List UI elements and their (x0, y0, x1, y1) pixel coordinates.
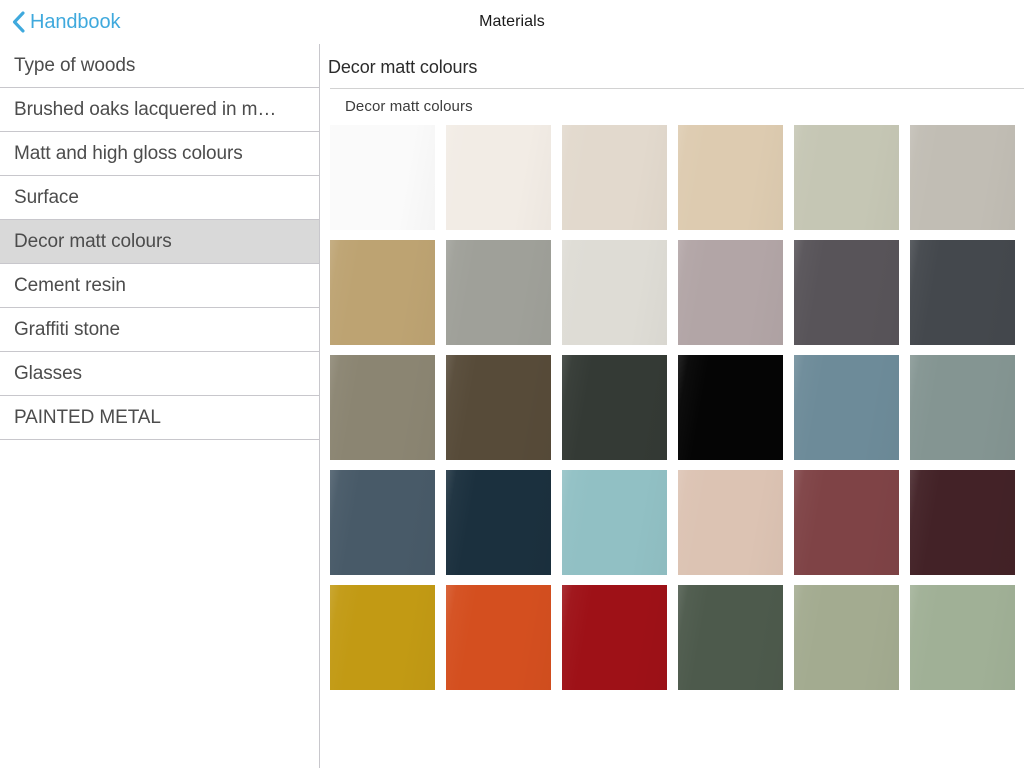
colour-swatch[interactable] (330, 240, 435, 345)
swatch-group-label: Decor matt colours (345, 98, 473, 115)
colour-swatch[interactable] (678, 355, 783, 460)
sidebar-item[interactable]: Matt and high gloss colours (0, 132, 319, 176)
sidebar-item[interactable]: Brushed oaks lacquered in m… (0, 88, 319, 132)
materials-app: Handbook Materials Type of woods Brushed … (0, 0, 1024, 768)
sidebar-item-label: Cement resin (14, 274, 126, 296)
colour-swatch[interactable] (794, 585, 899, 690)
colour-swatch[interactable] (330, 585, 435, 690)
colour-swatch[interactable] (446, 585, 551, 690)
colour-swatch[interactable] (794, 240, 899, 345)
colour-swatch[interactable] (562, 240, 667, 345)
detail-pane: Decor matt colours Decor matt colours (320, 44, 1024, 768)
colour-swatch[interactable] (678, 125, 783, 230)
sidebar-item-label: Brushed oaks lacquered in m… (14, 98, 277, 120)
colour-swatch[interactable] (910, 470, 1015, 575)
sidebar-item-label: Surface (14, 186, 79, 208)
colour-swatch[interactable] (562, 470, 667, 575)
swatch-grid (330, 125, 1024, 690)
sidebar-item-label: Decor matt colours (14, 230, 172, 252)
sidebar-list: Type of woods Brushed oaks lacquered in m… (0, 44, 319, 440)
sidebar-item[interactable]: Cement resin (0, 264, 319, 308)
colour-swatch[interactable] (910, 355, 1015, 460)
navigation-bar: Handbook Materials (0, 0, 1024, 44)
detail-title: Decor matt colours (328, 57, 478, 77)
detail-divider (330, 88, 1024, 89)
colour-swatch[interactable] (446, 470, 551, 575)
colour-swatch[interactable] (678, 470, 783, 575)
sidebar-item-label: Type of woods (14, 54, 136, 76)
sidebar-item[interactable]: Graffiti stone (0, 308, 319, 352)
colour-swatch[interactable] (330, 355, 435, 460)
colour-swatch[interactable] (794, 125, 899, 230)
sidebar[interactable]: Type of woods Brushed oaks lacquered in m… (0, 44, 319, 768)
sidebar-item[interactable]: Surface (0, 176, 319, 220)
colour-swatch[interactable] (446, 240, 551, 345)
sidebar-item-label: Matt and high gloss colours (14, 142, 243, 164)
colour-swatch[interactable] (446, 355, 551, 460)
colour-swatch[interactable] (330, 470, 435, 575)
colour-swatch[interactable] (794, 470, 899, 575)
sidebar-item[interactable]: Type of woods (0, 44, 319, 88)
sidebar-item[interactable]: Decor matt colours (0, 220, 319, 264)
colour-swatch[interactable] (562, 125, 667, 230)
colour-swatch[interactable] (562, 355, 667, 460)
colour-swatch[interactable] (910, 585, 1015, 690)
sidebar-item-label: Glasses (14, 362, 82, 384)
colour-swatch[interactable] (678, 585, 783, 690)
colour-swatch[interactable] (794, 355, 899, 460)
colour-swatch[interactable] (910, 125, 1015, 230)
sidebar-item[interactable]: PAINTED METAL (0, 396, 319, 440)
colour-swatch[interactable] (330, 125, 435, 230)
page-title: Materials (479, 13, 545, 30)
colour-swatch[interactable] (562, 585, 667, 690)
sidebar-item[interactable]: Glasses (0, 352, 319, 396)
sidebar-item-label: PAINTED METAL (14, 406, 161, 428)
sidebar-item-label: Graffiti stone (14, 318, 120, 340)
colour-swatch[interactable] (678, 240, 783, 345)
colour-swatch[interactable] (446, 125, 551, 230)
colour-swatch[interactable] (910, 240, 1015, 345)
